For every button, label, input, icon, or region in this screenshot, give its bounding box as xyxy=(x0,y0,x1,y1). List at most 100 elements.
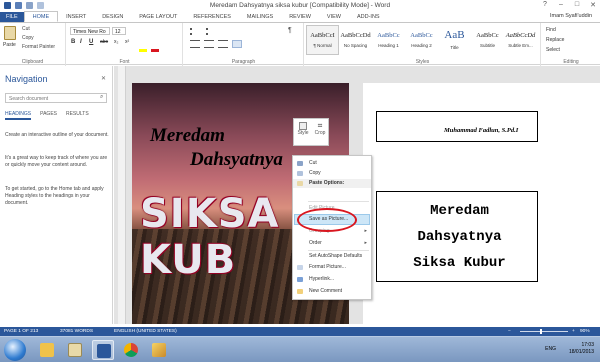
editing-label: Editing xyxy=(563,59,579,65)
tray-language[interactable]: ENG xyxy=(545,346,556,352)
tab-mailings[interactable]: MAILINGS xyxy=(239,12,281,22)
menu-item-cut[interactable]: Cut xyxy=(293,159,371,168)
style-sample: AaBbCc xyxy=(410,32,433,39)
zoom-in-icon[interactable]: + xyxy=(572,329,575,334)
format-painter-button[interactable]: Format Painter xyxy=(22,44,55,50)
menu-item-order[interactable]: Order ▸ xyxy=(293,239,371,248)
window-title: Meredam Dahsyatnya siksa kubur [Compatib… xyxy=(209,2,391,9)
tab-design[interactable]: DESIGN xyxy=(94,12,131,22)
minimize-icon[interactable]: – xyxy=(556,1,566,9)
search-icon[interactable]: ⌕ xyxy=(100,94,110,101)
taskbar-chrome[interactable] xyxy=(120,340,142,360)
style-subtitle[interactable]: AaBbCc Subtitle xyxy=(471,25,504,55)
styles-label: Styles xyxy=(415,59,430,65)
find-button[interactable]: Find xyxy=(546,27,556,33)
paste-icon xyxy=(297,181,303,186)
menu-item-hyperlink[interactable]: Hyperlink... xyxy=(293,275,371,284)
maximize-icon[interactable]: □ xyxy=(572,1,582,9)
window-controls: ? – □ ✕ xyxy=(540,1,598,9)
title-line: Dahsyatnya xyxy=(417,229,502,245)
language-indicator[interactable]: ENGLISH (UNITED STATES) xyxy=(114,329,177,334)
bold-button[interactable]: B xyxy=(71,39,75,45)
highlight-color-icon[interactable] xyxy=(139,49,147,52)
format-picture-icon xyxy=(297,265,303,270)
pilcrow-icon[interactable]: ¶ xyxy=(288,27,292,34)
tab-page-layout[interactable]: PAGE LAYOUT xyxy=(131,12,185,22)
taskbar-folder[interactable] xyxy=(64,340,86,360)
menu-item-copy[interactable]: Copy xyxy=(293,169,371,178)
style-normal[interactable]: AaBbCcI ¶ Normal xyxy=(306,25,339,55)
align-left-icon[interactable] xyxy=(190,40,200,48)
clock[interactable]: 17:03 18/01/2013 xyxy=(569,342,594,356)
italic-button[interactable]: I xyxy=(80,39,82,45)
zoom-level[interactable]: 90% xyxy=(580,329,590,334)
strikethrough-button[interactable]: abc xyxy=(100,39,108,45)
align-right-icon[interactable] xyxy=(218,40,228,48)
author-name: Muhammad Fadlun, S.Pd.I xyxy=(444,127,519,134)
tab-file[interactable]: FILE xyxy=(0,12,24,22)
taskbar-pencil-tool[interactable] xyxy=(148,340,170,360)
tab-references[interactable]: REFERENCES xyxy=(185,12,239,22)
bullets-icon[interactable] xyxy=(190,28,199,35)
clock-date: 18/01/2013 xyxy=(568,349,594,355)
menu-item-label: Order xyxy=(309,240,322,246)
zoom-out-icon[interactable]: − xyxy=(508,329,511,334)
menu-item-format-picture[interactable]: Format Picture... xyxy=(293,263,371,272)
font-group: Times New Ro 12 B I U abc x₂ x² Font xyxy=(67,23,183,66)
style-heading-1[interactable]: AaBbCc Heading 1 xyxy=(372,25,405,55)
superscript-button[interactable]: x² xyxy=(125,39,129,45)
crop-button[interactable]: ⌗ Crop xyxy=(313,122,327,137)
word-count[interactable]: 37081 WORDS xyxy=(60,329,93,334)
paste-icon[interactable] xyxy=(4,26,16,40)
tab-pages[interactable]: PAGES xyxy=(40,111,57,120)
crop-label: Crop xyxy=(314,130,326,136)
tab-add-ins[interactable]: ADD-INS xyxy=(349,12,388,22)
tab-insert[interactable]: INSERT xyxy=(58,12,94,22)
style-title[interactable]: AaB Title xyxy=(438,25,471,55)
start-button[interactable] xyxy=(4,339,26,361)
style-subtle-emphasis[interactable]: AaBbCcDd Subtle Em... xyxy=(504,25,537,55)
paste-button[interactable]: Paste xyxy=(3,42,16,48)
clock-time: 17:03 xyxy=(581,342,594,348)
font-name-field[interactable]: Times New Ro xyxy=(70,27,110,35)
align-center-icon[interactable] xyxy=(204,40,214,48)
user-name[interactable]: Imam Syafi'uddin xyxy=(550,13,592,19)
replace-button[interactable]: Replace xyxy=(546,37,564,43)
vertical-ruler xyxy=(118,66,126,324)
tab-results[interactable]: RESULTS xyxy=(66,111,89,120)
ribbon: Paste Cut Copy Format Painter Clipboard … xyxy=(0,22,600,66)
font-color-icon[interactable] xyxy=(151,49,159,52)
zoom-slider-handle[interactable] xyxy=(540,329,542,334)
taskbar-word[interactable] xyxy=(92,340,114,360)
justify-icon[interactable] xyxy=(232,40,242,48)
style-name: Subtle Em... xyxy=(508,43,533,48)
clipboard-label: Clipboard xyxy=(21,59,44,65)
style-button[interactable]: Style xyxy=(296,122,310,136)
search-input[interactable]: Search document xyxy=(5,93,107,103)
tab-home[interactable]: HOME xyxy=(23,11,59,22)
tab-headings[interactable]: HEADINGS xyxy=(5,111,32,120)
taskbar-explorer[interactable] xyxy=(36,340,58,360)
menu-item-set-autoshape-defaults[interactable]: Set AutoShape Defaults xyxy=(293,252,371,261)
cut-button[interactable]: Cut xyxy=(22,26,30,32)
zoom-slider[interactable] xyxy=(520,331,568,332)
help-icon[interactable]: ? xyxy=(540,1,550,9)
style-no-spacing[interactable]: AaBbCcDd No Spacing xyxy=(339,25,372,55)
page-count[interactable]: PAGE 1 OF 213 xyxy=(4,329,38,334)
style-name: Title xyxy=(450,45,459,50)
title-bar: Meredam Dahsyatnya siksa kubur [Compatib… xyxy=(0,0,600,12)
style-heading-2[interactable]: AaBbCc Heading 2 xyxy=(405,25,438,55)
select-button[interactable]: Select xyxy=(546,47,560,53)
copy-button[interactable]: Copy xyxy=(22,35,34,41)
menu-item-new-comment[interactable]: New Comment xyxy=(293,287,371,296)
tab-view[interactable]: VIEW xyxy=(319,12,349,22)
subscript-button[interactable]: x₂ xyxy=(114,39,118,45)
numbering-icon[interactable] xyxy=(206,28,215,35)
cover-title-line: Dahsyatnya xyxy=(190,149,283,170)
underline-button[interactable]: U xyxy=(89,39,93,45)
close-icon[interactable]: ✕ xyxy=(101,75,106,82)
close-icon[interactable]: ✕ xyxy=(588,1,598,9)
tab-review[interactable]: REVIEW xyxy=(281,12,319,22)
submenu-arrow-icon: ▸ xyxy=(364,228,367,234)
font-size-field[interactable]: 12 xyxy=(112,27,126,35)
